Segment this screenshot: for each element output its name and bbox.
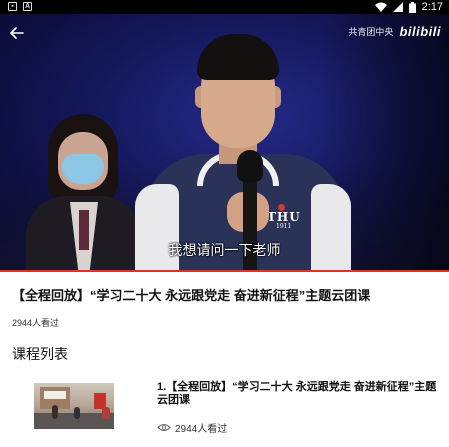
course-item-view-count: 2944人看过: [175, 424, 228, 435]
battery-icon: [408, 1, 416, 13]
bilibili-logo: bilibili: [399, 24, 441, 39]
course-item-title[interactable]: 1.【全程回放】“学习二十大 永远跟党走 奋进新征程”主题云团课: [157, 381, 439, 407]
video-watermark: 共青团中央 bilibili: [348, 24, 441, 39]
video-progress-line: [0, 270, 449, 272]
image-icon: ▪: [8, 2, 17, 11]
video-player[interactable]: THU 1911 我想请问一下老师 共青团中央 bilibili: [0, 14, 449, 271]
list-item[interactable]: 1.【全程回放】“学习二十大 永远跟党走 奋进新征程”主题云团课 2944人看过: [0, 376, 449, 447]
jacket-logo: THU 1911: [267, 204, 303, 230]
signal-icon: [392, 2, 403, 12]
text-a-icon: A: [23, 2, 32, 11]
eye-icon: [157, 424, 171, 431]
watermark-channel: 共青团中央: [348, 27, 394, 37]
video-subtitle: 我想请问一下老师: [168, 242, 281, 258]
wifi-icon: [374, 2, 387, 12]
notification-icons: ▪ A: [8, 2, 32, 11]
view-count: 2944人看过: [12, 318, 60, 328]
back-arrow-icon: [10, 27, 24, 39]
clock: 2:17: [421, 1, 443, 13]
video-speaker: THU 1911: [135, 34, 351, 271]
course-title: 【全程回放】“学习二十大 永远跟党走 奋进新征程”主题云团课: [12, 288, 371, 303]
course-item-views: 2944人看过: [157, 420, 227, 435]
course-thumbnail[interactable]: [34, 383, 114, 429]
back-button[interactable]: [6, 22, 28, 44]
course-list-heading: 课程列表: [12, 346, 68, 362]
face-mask: [62, 154, 104, 184]
system-icons: 2:17: [374, 0, 443, 14]
status-bar: ▪ A 2:17: [0, 0, 449, 14]
